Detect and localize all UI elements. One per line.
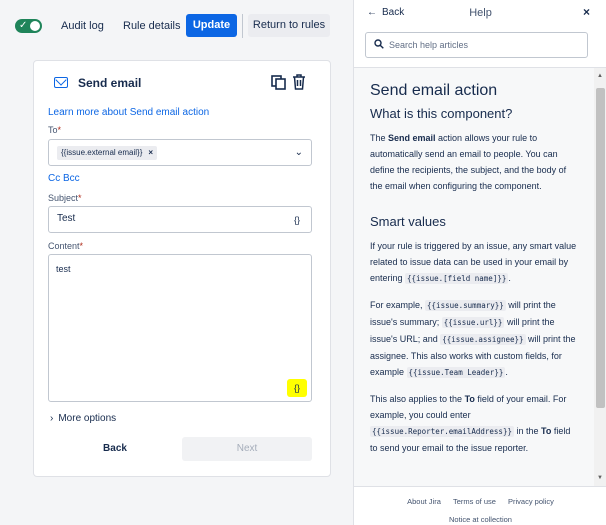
code-snippet: {{issue.url}} xyxy=(441,317,505,328)
help-search-input[interactable]: Search help articles xyxy=(365,32,588,58)
subject-value: Test xyxy=(57,213,76,224)
required-mark: * xyxy=(57,125,62,135)
scroll-down-icon[interactable]: ▼ xyxy=(597,475,603,481)
footer-link-terms[interactable]: Terms of use xyxy=(453,497,496,506)
chevron-down-icon[interactable]: ⌄ xyxy=(295,147,303,158)
to-label-text: To xyxy=(48,125,58,135)
help-article-content: Send email action What is this component… xyxy=(370,82,580,466)
cc-bcc-link[interactable]: Cc Bcc xyxy=(48,173,80,184)
toolbar-divider xyxy=(242,14,243,38)
content-smart-values-button[interactable]: {} xyxy=(287,379,307,397)
footer-link-privacy[interactable]: Privacy policy xyxy=(508,497,554,506)
required-mark: * xyxy=(79,241,84,251)
text: This also applies to the xyxy=(370,394,465,404)
paragraph-smart-2: For example, {{issue.summary}} will prin… xyxy=(370,297,580,381)
rule-editor-pane: ✓ Audit log Rule details Update Return t… xyxy=(0,0,350,525)
content-label-text: Content xyxy=(48,241,80,251)
paragraph-smart-3: This also applies to the To field of you… xyxy=(370,391,580,456)
search-icon xyxy=(374,39,384,49)
audit-log-link[interactable]: Audit log xyxy=(61,19,104,33)
subject-label: Subject* xyxy=(48,193,82,203)
more-options-toggle[interactable]: › More options xyxy=(50,413,116,424)
help-article: Send email action What is this component… xyxy=(354,68,594,486)
code-snippet: {{issue.summary}} xyxy=(425,300,506,311)
text: in the xyxy=(513,426,542,436)
text-bold: To xyxy=(464,394,475,404)
text: For example, xyxy=(370,300,426,310)
content-value: test xyxy=(56,264,71,274)
paragraph-smart-1: If your rule is triggered by an issue, a… xyxy=(370,238,580,287)
help-scrollbar[interactable]: ▲ ▼ xyxy=(594,68,606,486)
help-panel: ← Back Help × Search help articles Send e… xyxy=(353,0,606,525)
text: . xyxy=(508,273,511,283)
required-mark: * xyxy=(78,193,82,203)
footer-links: About Jira Terms of use Privacy policy xyxy=(354,497,606,506)
rule-toolbar: ✓ Audit log Rule details Update Return t… xyxy=(0,0,350,50)
text: The xyxy=(370,133,389,143)
update-button[interactable]: Update xyxy=(186,14,237,37)
send-email-card: Send email Learn more about Send email a… xyxy=(33,60,331,477)
toggle-knob xyxy=(30,21,40,31)
return-to-rules-button[interactable]: Return to rules xyxy=(248,14,330,37)
code-snippet: {{issue.[field name]}} xyxy=(405,273,509,284)
article-title: Send email action xyxy=(370,82,498,99)
back-button[interactable]: Back xyxy=(48,437,182,461)
footer-link-notice[interactable]: Notice at collection xyxy=(354,515,606,524)
search-placeholder: Search help articles xyxy=(389,40,469,50)
help-footer: About Jira Terms of use Privacy policy N… xyxy=(354,486,606,525)
recipient-chip-label: {{issue.external email}} xyxy=(61,148,143,157)
close-icon[interactable]: × xyxy=(583,5,590,19)
next-button[interactable]: Next xyxy=(182,437,312,461)
content-label: Content* xyxy=(48,241,83,251)
section-heading-what: What is this component? xyxy=(370,106,513,121)
help-title: Help xyxy=(469,7,492,19)
help-header: ← Back Help × Search help articles xyxy=(354,0,606,68)
footer-link-about[interactable]: About Jira xyxy=(407,497,441,506)
code-snippet: {{issue.Reporter.emailAddress}} xyxy=(370,426,514,437)
chevron-right-icon: › xyxy=(50,413,54,424)
content-textarea[interactable]: test xyxy=(48,254,312,402)
scrollbar-thumb[interactable] xyxy=(596,88,605,408)
card-title: Send email xyxy=(78,76,142,90)
mail-icon xyxy=(54,77,68,88)
close-icon[interactable]: × xyxy=(148,148,153,157)
scroll-up-icon[interactable]: ▲ xyxy=(597,73,603,79)
more-options-label: More options xyxy=(58,413,117,424)
to-label: To* xyxy=(48,125,61,135)
rule-enabled-toggle[interactable]: ✓ xyxy=(15,19,42,33)
copy-icon[interactable] xyxy=(271,75,286,90)
text-bold: To xyxy=(541,426,552,436)
rule-details-link[interactable]: Rule details xyxy=(123,19,180,33)
code-snippet: {{issue.Team Leader}} xyxy=(406,367,506,378)
section-heading-smart: Smart values xyxy=(370,214,446,229)
check-icon: ✓ xyxy=(19,20,28,31)
recipient-chip[interactable]: {{issue.external email}} × xyxy=(57,146,158,160)
learn-more-link[interactable]: Learn more about Send email action xyxy=(48,107,209,118)
subject-smart-values-button[interactable]: {} xyxy=(287,211,307,229)
text-bold: Send email xyxy=(388,133,436,143)
subject-label-text: Subject xyxy=(48,193,79,203)
to-select[interactable]: {{issue.external email}} × ⌄ xyxy=(48,139,312,166)
paragraph-what: The Send email action allows your rule t… xyxy=(370,130,580,194)
code-snippet: {{issue.assignee}} xyxy=(440,334,526,345)
trash-icon[interactable] xyxy=(292,74,306,90)
text: . xyxy=(505,367,508,377)
subject-input[interactable]: Test xyxy=(48,206,312,233)
